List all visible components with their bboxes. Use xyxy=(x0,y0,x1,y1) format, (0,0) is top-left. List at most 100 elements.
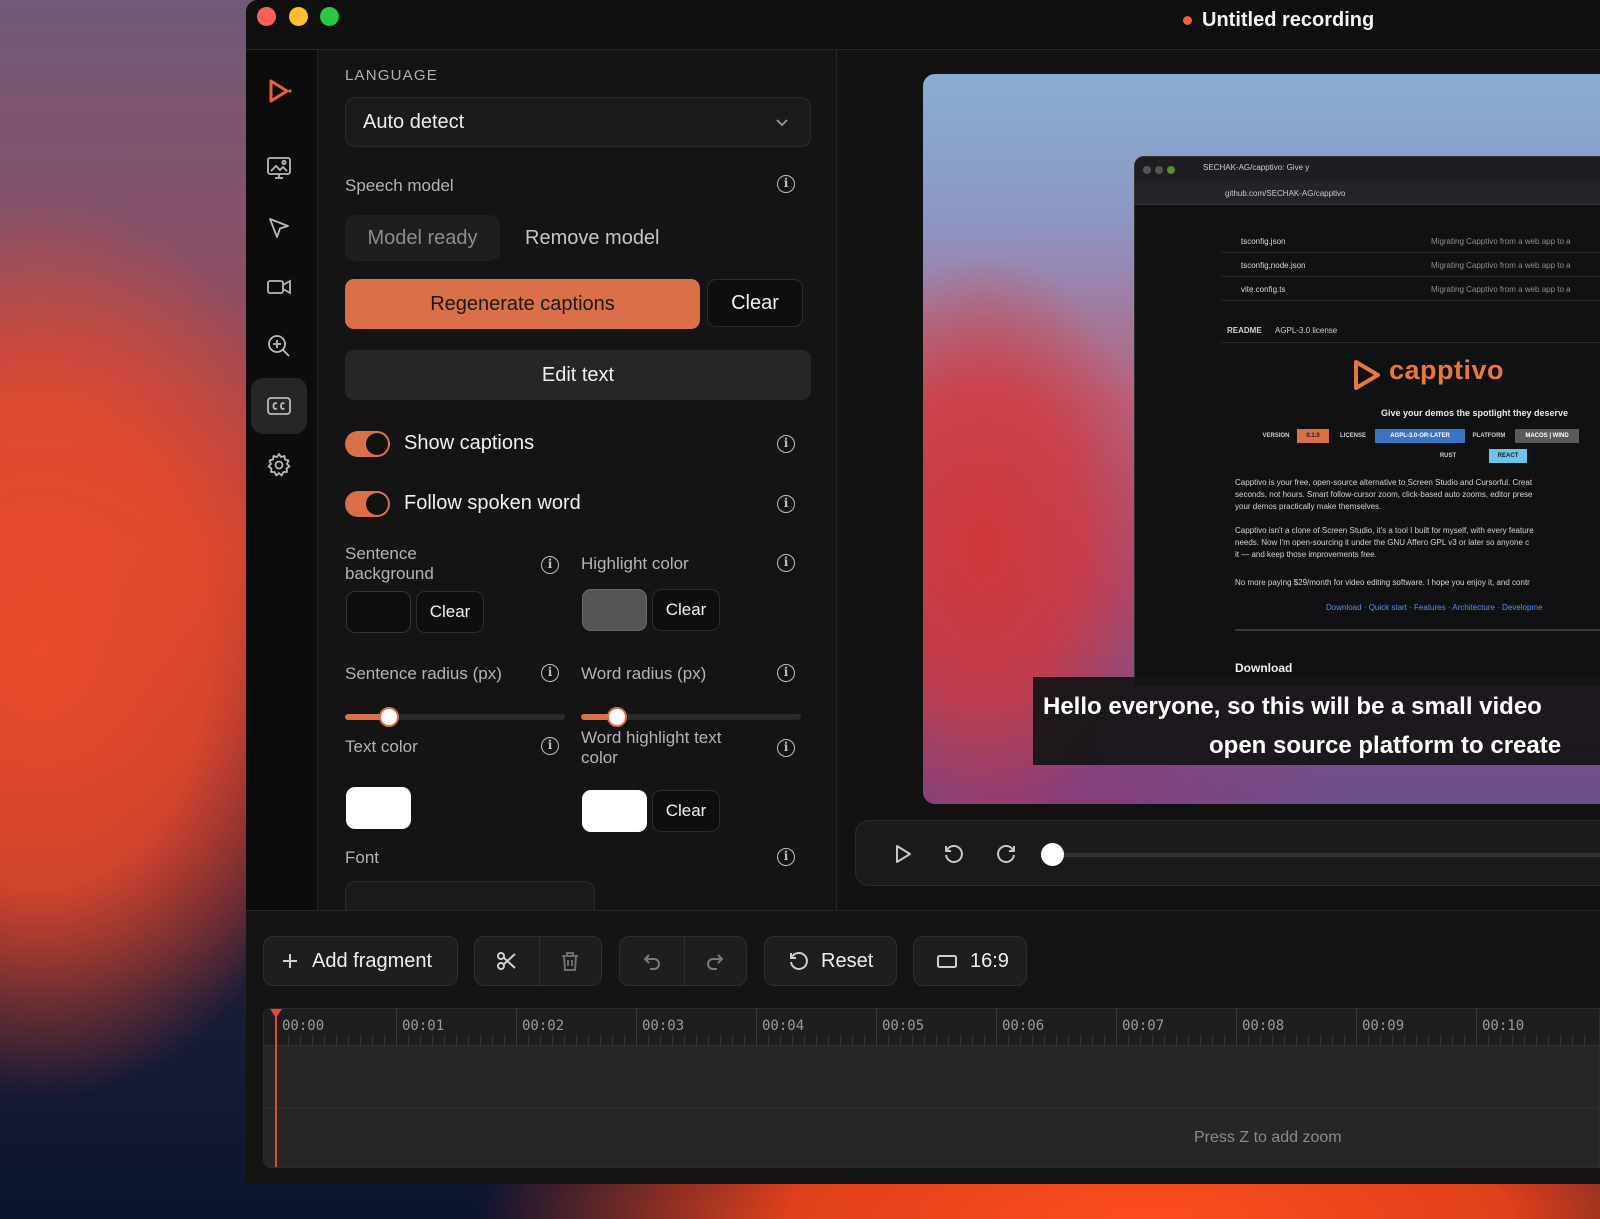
play-icon[interactable] xyxy=(892,843,914,865)
sentence-background-clear-button[interactable]: Clear xyxy=(416,591,484,633)
timeline-tick xyxy=(756,1009,757,1046)
aspect-ratio-button[interactable]: 16:9 xyxy=(913,936,1027,986)
language-select[interactable]: Auto detect xyxy=(345,97,811,147)
recorded-url: github.com/SECHAK-AG/capptivo xyxy=(1225,189,1346,198)
highlight-color-swatch[interactable] xyxy=(582,589,647,631)
maximize-window-button[interactable] xyxy=(320,7,339,26)
show-captions-info-icon[interactable]: i xyxy=(777,435,795,453)
file-commit-message: Migrating Capptivo from a web app to a xyxy=(1431,261,1571,270)
timeline-minor-tick xyxy=(372,1035,373,1046)
timeline-minor-tick xyxy=(1176,1035,1177,1046)
highlight-color-info-icon[interactable]: i xyxy=(777,554,795,572)
playback-scrubber[interactable] xyxy=(1052,853,1600,857)
clear-captions-button[interactable]: Clear xyxy=(707,279,803,327)
playback-scrubber-handle[interactable] xyxy=(1041,843,1064,866)
timeline-minor-tick xyxy=(1368,1035,1369,1046)
text-color-info-icon[interactable]: i xyxy=(541,737,559,755)
word-radius-info-icon[interactable]: i xyxy=(777,664,795,682)
undo-icon xyxy=(643,954,660,970)
timeline-tick xyxy=(1476,1009,1477,1046)
word-highlight-text-color-clear-button[interactable]: Clear xyxy=(652,790,720,832)
sidebar-item-background[interactable] xyxy=(251,140,307,196)
sentence-background-swatch[interactable] xyxy=(346,591,411,633)
word-highlight-text-color-info-icon[interactable]: i xyxy=(777,739,795,757)
split-button[interactable] xyxy=(475,937,538,985)
regenerate-captions-button[interactable]: Regenerate captions xyxy=(345,279,700,329)
sentence-background-label: Sentence background xyxy=(345,544,434,583)
text-color-swatch[interactable] xyxy=(346,787,411,829)
reset-icon xyxy=(790,952,808,970)
timeline[interactable]: 00:00 00:01 00:02 00:03 00:04 00:05 00:06 00:07… xyxy=(263,1008,1600,1168)
font-info-icon[interactable]: i xyxy=(777,848,795,866)
timeline-minor-tick xyxy=(1320,1035,1321,1046)
redo-button[interactable] xyxy=(683,937,746,985)
timeline-minor-tick xyxy=(1296,1035,1297,1046)
sidebar-item-settings[interactable] xyxy=(251,437,307,493)
readme-line: your demos practically make themselves. xyxy=(1235,502,1382,511)
font-select[interactable] xyxy=(345,881,595,910)
timeline-minor-tick xyxy=(1380,1035,1381,1046)
minimize-window-button[interactable] xyxy=(289,7,308,26)
model-ready-button[interactable]: Model ready xyxy=(345,215,500,261)
timeline-tick xyxy=(516,1009,517,1046)
edit-text-button[interactable]: Edit text xyxy=(345,350,811,400)
forward-icon[interactable] xyxy=(996,843,1018,865)
timeline-minor-tick xyxy=(1104,1035,1105,1046)
recorded-tab-bar: SECHAK-AG/capptivo: Give y xyxy=(1135,157,1600,183)
timeline-minor-tick xyxy=(612,1035,613,1046)
readme-paragraph: No more paying $29/month for video editi… xyxy=(1235,578,1530,587)
word-radius-slider-handle[interactable] xyxy=(607,707,627,727)
speech-model-info-icon[interactable]: i xyxy=(777,175,795,193)
timeline-tick-label: 00:02 xyxy=(522,1018,565,1034)
highlight-color-clear-button[interactable]: Clear xyxy=(652,589,720,631)
readme-tabs: README AGPL-3.0 license xyxy=(1221,317,1600,343)
timeline-minor-tick xyxy=(684,1035,685,1046)
sentence-radius-label: Sentence radius (px) xyxy=(345,664,502,683)
word-highlight-text-color-swatch[interactable] xyxy=(582,790,647,832)
timeline-minor-tick xyxy=(972,1035,973,1046)
sentence-radius-slider[interactable] xyxy=(345,707,565,727)
reset-button[interactable]: Reset xyxy=(764,936,897,986)
delete-button[interactable] xyxy=(538,937,601,985)
remove-model-button[interactable]: Remove model xyxy=(509,215,676,261)
timeline-minor-tick xyxy=(504,1035,505,1046)
word-radius-slider[interactable] xyxy=(581,707,801,727)
sidebar-item-captions[interactable] xyxy=(251,378,307,434)
platform-badge-value: MACOS | WIND xyxy=(1515,429,1579,443)
timeline-minor-tick xyxy=(444,1035,445,1046)
word-radius-label: Word radius (px) xyxy=(581,664,707,683)
rewind-icon[interactable] xyxy=(942,843,964,865)
sidebar-item-camera[interactable] xyxy=(251,259,307,315)
timeline-minor-tick xyxy=(804,1035,805,1046)
timeline-minor-tick xyxy=(1536,1035,1537,1046)
timeline-tick-label: 00:05 xyxy=(882,1018,925,1034)
timeline-playhead[interactable] xyxy=(270,1009,282,1167)
timeline-minor-tick xyxy=(468,1035,469,1046)
add-fragment-button[interactable]: Add fragment xyxy=(263,936,458,986)
timeline-tick xyxy=(876,1009,877,1046)
logo-icon xyxy=(251,63,307,119)
text-color-label: Text color xyxy=(345,737,418,756)
timeline-minor-tick xyxy=(780,1035,781,1046)
timeline-minor-tick xyxy=(1440,1035,1441,1046)
file-name: tsconfig.node.json xyxy=(1241,261,1306,270)
follow-spoken-word-toggle[interactable] xyxy=(345,491,390,517)
chevron-down-icon xyxy=(776,119,788,127)
video-preview[interactable]: SECHAK-AG/capptivo: Give y github.com/SE… xyxy=(923,74,1600,804)
timeline-minor-tick xyxy=(888,1035,889,1046)
sentence-radius-info-icon[interactable]: i xyxy=(541,664,559,682)
undo-button[interactable] xyxy=(620,937,683,985)
timeline-minor-tick xyxy=(924,1035,925,1046)
sentence-background-info-icon[interactable]: i xyxy=(541,556,559,574)
sidebar-item-zoom[interactable] xyxy=(251,318,307,374)
show-captions-toggle[interactable] xyxy=(345,431,390,457)
timeline-minor-tick xyxy=(1212,1035,1213,1046)
follow-spoken-word-info-icon[interactable]: i xyxy=(777,495,795,513)
timeline-ruler[interactable]: 00:00 00:01 00:02 00:03 00:04 00:05 00:06 00:07… xyxy=(264,1009,1599,1046)
sentence-radius-slider-handle[interactable] xyxy=(379,707,399,727)
sidebar-item-cursor[interactable] xyxy=(251,200,307,256)
close-window-button[interactable] xyxy=(257,7,276,26)
timeline-minor-tick xyxy=(432,1035,433,1046)
timeline-minor-tick xyxy=(1548,1035,1549,1046)
capptivo-logo-icon xyxy=(1354,360,1380,390)
